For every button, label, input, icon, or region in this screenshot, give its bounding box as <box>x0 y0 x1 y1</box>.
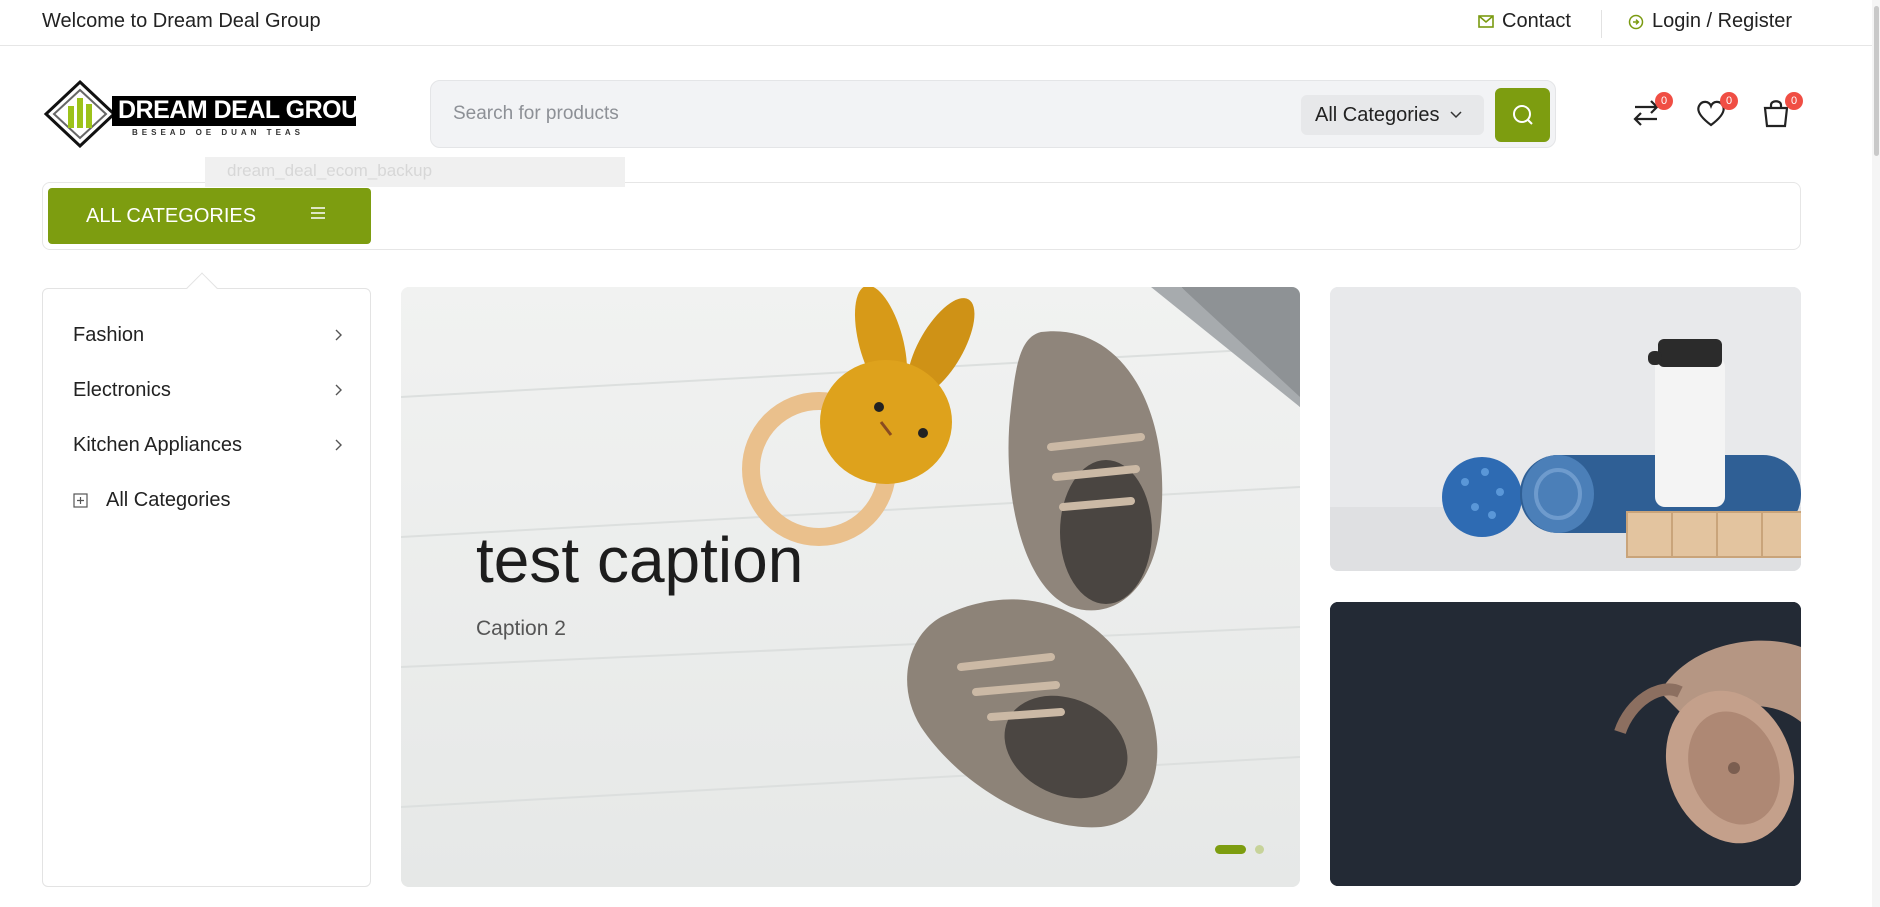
scrollbar-thumb[interactable] <box>1874 6 1879 156</box>
search-button[interactable] <box>1495 88 1550 142</box>
wishlist-count-badge: 0 <box>1720 92 1738 110</box>
slider-dot[interactable] <box>1255 845 1264 854</box>
welcome-text: Welcome to Dream Deal Group <box>42 10 321 32</box>
sidebar-item-fashion[interactable]: Fashion <box>73 317 343 353</box>
chevron-right-icon <box>335 439 342 451</box>
wishlist-button[interactable]: 0 <box>1694 92 1738 132</box>
login-icon <box>1628 14 1644 29</box>
compare-count-badge: 0 <box>1655 92 1673 110</box>
fitness-gear-image <box>1330 287 1801 571</box>
logo-tagline: BESEAD OE DUAN TEAS <box>132 128 305 137</box>
tooltip: dream_deal_ecom_backup <box>205 157 625 187</box>
site-logo[interactable]: DREAM DEAL GROUP BESEAD OE DUAN TEAS <box>42 78 356 148</box>
tooltip-text: dream_deal_ecom_backup <box>227 161 433 180</box>
search-input[interactable] <box>453 93 1273 135</box>
chevron-down-icon <box>1449 111 1462 119</box>
sidebar-item-all-categories[interactable]: All Categories <box>73 482 343 518</box>
login-register-link[interactable]: Login / Register <box>1628 10 1792 33</box>
logo-diamond-icon <box>43 79 117 148</box>
contact-label: Contact <box>1502 10 1571 32</box>
top-bar: Welcome to Dream Deal Group Contact Logi… <box>0 0 1880 46</box>
cart-button[interactable]: 0 <box>1759 92 1803 132</box>
search-bar: All Categories <box>430 80 1556 148</box>
all-categories-label: ALL CATEGORIES <box>86 204 257 227</box>
category-select[interactable]: All Categories <box>1301 95 1484 135</box>
topbar-divider <box>1601 10 1602 38</box>
headphones-image <box>1330 602 1801 886</box>
sidebar-item-label: Kitchen Appliances <box>73 433 243 456</box>
chevron-right-icon <box>335 329 342 341</box>
sidebar-item-electronics[interactable]: Electronics <box>73 372 343 408</box>
search-icon <box>1512 105 1533 125</box>
category-select-label: All Categories <box>1315 103 1440 126</box>
mail-icon <box>1478 15 1494 28</box>
sidebar-item-label: Fashion <box>73 323 145 346</box>
contact-link[interactable]: Contact <box>1478 10 1571 33</box>
all-categories-button[interactable]: ALL CATEGORIES <box>48 188 371 244</box>
chevron-right-icon <box>335 384 342 396</box>
plus-square-icon <box>73 492 88 508</box>
slider-dot-active[interactable] <box>1215 845 1246 854</box>
promo-banner-fitness[interactable] <box>1330 287 1801 571</box>
sidebar-notch <box>186 272 218 304</box>
menu-icon <box>311 207 325 219</box>
sidebar-item-kitchen-appliances[interactable]: Kitchen Appliances <box>73 427 343 463</box>
login-register-label: Login / Register <box>1652 10 1793 32</box>
hero-subcaption: Caption 2 <box>476 617 566 640</box>
cart-count-badge: 0 <box>1785 92 1803 110</box>
sidebar-item-label: All Categories <box>106 488 231 511</box>
category-sidebar: Fashion Electronics Kitchen Appliances A… <box>42 272 371 887</box>
sidebar-item-label: Electronics <box>73 378 171 401</box>
hero-caption: test caption <box>476 524 804 596</box>
compare-button[interactable]: 0 <box>1629 92 1673 132</box>
logo-name: DREAM DEAL GROUP <box>118 96 356 124</box>
promo-banner-headphones[interactable] <box>1330 602 1801 886</box>
slider-pagination <box>1215 845 1264 854</box>
hero-slider[interactable]: test caption Caption 2 <box>401 287 1300 887</box>
